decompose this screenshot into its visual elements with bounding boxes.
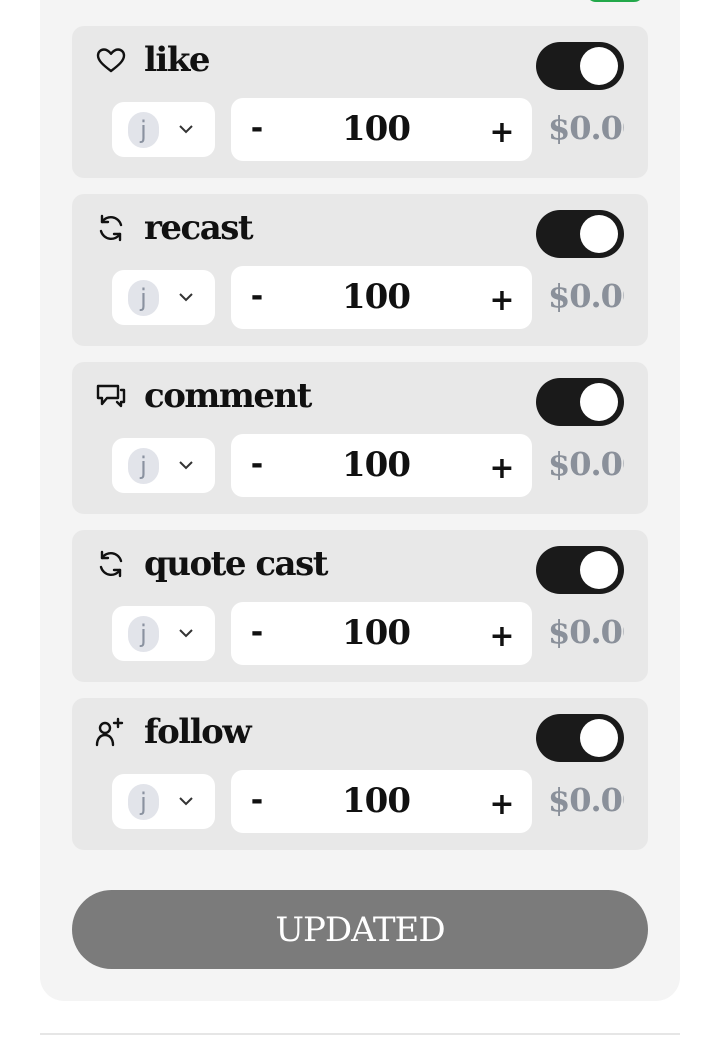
amount-stepper: - 100 + xyxy=(231,266,532,329)
price-text: $0.00 xyxy=(548,277,624,315)
token-select[interactable]: j xyxy=(112,102,215,157)
increment-button[interactable]: + xyxy=(482,448,522,488)
chevron-down-icon xyxy=(179,461,193,470)
token-select[interactable]: j xyxy=(112,606,215,661)
token-icon: j xyxy=(128,784,159,820)
price-display: $0.00 xyxy=(548,778,624,822)
increment-button[interactable]: + xyxy=(482,616,522,656)
chat-bubbles-icon xyxy=(94,378,130,414)
submit-button[interactable]: UPDATED xyxy=(72,890,648,969)
action-header: quote cast xyxy=(94,542,328,586)
chevron-down-icon xyxy=(179,797,193,806)
decrement-button[interactable]: - xyxy=(237,276,277,316)
increment-button[interactable]: + xyxy=(482,784,522,824)
action-label: recast xyxy=(144,208,254,248)
decrement-button[interactable]: - xyxy=(237,780,277,820)
refresh-icon xyxy=(94,210,130,246)
token-select[interactable]: j xyxy=(112,270,215,325)
enable-toggle[interactable] xyxy=(536,714,624,762)
action-card-like: like j - 100 + $0.00 xyxy=(72,26,648,178)
price-display: $0.00 xyxy=(548,610,624,654)
chevron-down-icon xyxy=(179,125,193,134)
toggle-knob xyxy=(580,719,618,757)
token-select[interactable]: j xyxy=(112,438,215,493)
decrement-button[interactable]: - xyxy=(237,108,277,148)
action-label: quote cast xyxy=(144,544,328,584)
amount-stepper: - 100 + xyxy=(231,770,532,833)
amount-value[interactable]: 100 xyxy=(321,106,431,152)
enable-toggle[interactable] xyxy=(536,42,624,90)
action-header: follow xyxy=(94,710,252,754)
token-icon: j xyxy=(128,616,159,652)
increment-button[interactable]: + xyxy=(482,280,522,320)
action-label: follow xyxy=(144,712,252,752)
price-text: $0.00 xyxy=(548,613,624,651)
action-label: comment xyxy=(144,376,312,416)
status-badge xyxy=(586,0,644,2)
amount-value[interactable]: 100 xyxy=(321,442,431,488)
action-card-comment: comment j - 100 + $0.00 xyxy=(72,362,648,514)
chevron-down-icon xyxy=(179,293,193,302)
toggle-knob xyxy=(580,215,618,253)
token-icon: j xyxy=(128,112,159,148)
token-icon: j xyxy=(128,280,159,316)
action-card-recast: recast j - 100 + $0.00 xyxy=(72,194,648,346)
amount-stepper: - 100 + xyxy=(231,434,532,497)
amount-stepper: - 100 + xyxy=(231,98,532,161)
action-card-quote-cast: quote cast j - 100 + $0.00 xyxy=(72,530,648,682)
amount-stepper: - 100 + xyxy=(231,602,532,665)
amount-value[interactable]: 100 xyxy=(321,274,431,320)
toggle-knob xyxy=(580,551,618,589)
increment-button[interactable]: + xyxy=(482,112,522,152)
price-display: $0.00 xyxy=(548,274,624,318)
token-icon: j xyxy=(128,448,159,484)
action-header: recast xyxy=(94,206,254,250)
decrement-button[interactable]: - xyxy=(237,612,277,652)
price-display: $0.00 xyxy=(548,442,624,486)
toggle-knob xyxy=(580,383,618,421)
price-text: $0.00 xyxy=(548,781,624,819)
price-text: $0.00 xyxy=(548,445,624,483)
heart-icon xyxy=(94,42,130,78)
action-header: comment xyxy=(94,374,312,418)
token-select[interactable]: j xyxy=(112,774,215,829)
refresh-icon xyxy=(94,546,130,582)
enable-toggle[interactable] xyxy=(536,210,624,258)
user-plus-icon xyxy=(94,714,130,750)
toggle-knob xyxy=(580,47,618,85)
action-header: like xyxy=(94,38,211,82)
amount-value[interactable]: 100 xyxy=(321,778,431,824)
enable-toggle[interactable] xyxy=(536,378,624,426)
action-card-follow: follow j - 100 + $0.00 xyxy=(72,698,648,850)
price-text: $0.00 xyxy=(548,109,624,147)
action-label: like xyxy=(144,40,211,80)
chevron-down-icon xyxy=(179,629,193,638)
price-display: $0.00 xyxy=(548,106,624,150)
divider xyxy=(40,1033,680,1035)
enable-toggle[interactable] xyxy=(536,546,624,594)
decrement-button[interactable]: - xyxy=(237,444,277,484)
amount-value[interactable]: 100 xyxy=(321,610,431,656)
